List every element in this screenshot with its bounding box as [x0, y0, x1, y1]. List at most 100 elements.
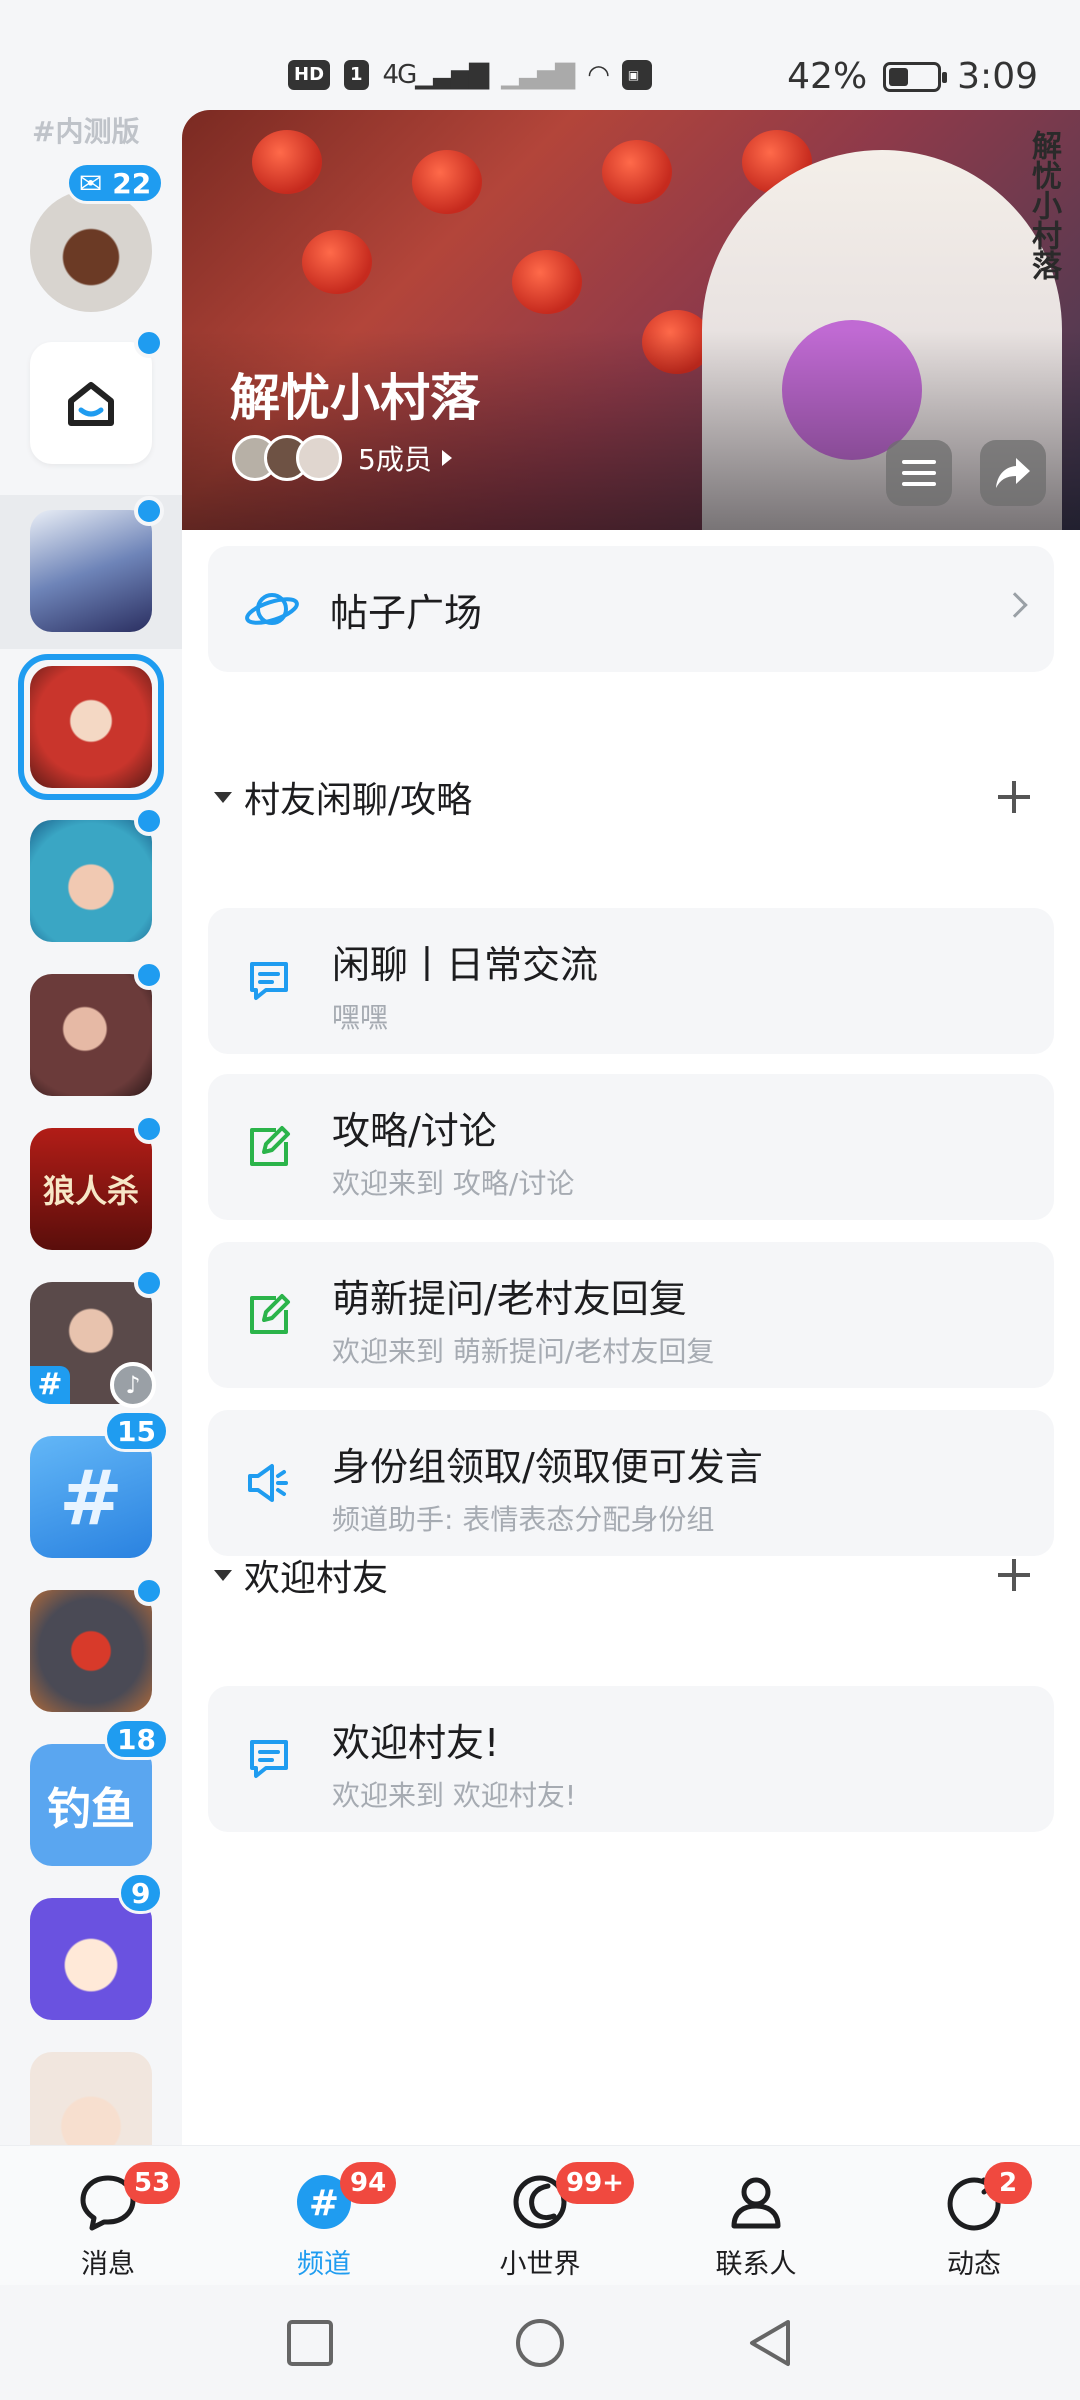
- tab-small-world[interactable]: 99+ 小世界: [470, 2162, 634, 2282]
- fishing-label: 钓鱼: [47, 1784, 135, 1835]
- svg-text:#: #: [309, 2183, 339, 2224]
- chevron-right-icon: [1002, 592, 1028, 618]
- lantern-decoration: [302, 230, 372, 294]
- member-avatar: [296, 435, 342, 481]
- tab-badge: 2: [984, 2162, 1032, 2204]
- post-plaza-label: 帖子广场: [330, 590, 483, 635]
- channel-title: 欢迎村友!: [332, 1721, 500, 1765]
- channel-subtitle: 欢迎来到 欢迎村友!: [332, 1779, 577, 1812]
- tab-label: 联系人: [715, 2249, 797, 2280]
- battery-fill: [889, 67, 909, 86]
- share-guild-button[interactable]: [980, 440, 1046, 506]
- unread-dot: [134, 496, 164, 526]
- rail-item-guild-2[interactable]: [30, 666, 152, 788]
- add-channel-button[interactable]: [992, 1553, 1036, 1597]
- battery-percent: 42%: [787, 56, 868, 97]
- huawei-share-icon: ▣: [621, 60, 652, 90]
- unread-dot: [134, 1268, 164, 1298]
- home-circle-icon[interactable]: [514, 2317, 566, 2369]
- channel-item[interactable]: 萌新提问/老村友回复 欢迎来到 萌新提问/老村友回复: [208, 1242, 1054, 1388]
- unread-dot: [134, 1576, 164, 1606]
- network-type: 4G▁▃▅▇: [382, 60, 490, 90]
- guild-title: 解忧小村落: [230, 369, 480, 427]
- status-icons: HD 1 4G▁▃▅▇ ▁▃▅▇ ◠ ▣: [288, 60, 652, 90]
- channel-subtitle: 嘿嘿: [332, 1001, 389, 1034]
- rail-item-guild-11[interactable]: [30, 2052, 152, 2145]
- category-title: 村友闲聊/攻略: [244, 780, 473, 821]
- guild-menu-button[interactable]: [886, 440, 952, 506]
- rail-item-guild-8[interactable]: [30, 1590, 152, 1712]
- chat-bubble-icon: [250, 962, 288, 1000]
- tab-badge: 94: [340, 2162, 397, 2204]
- rail-item-guild-3[interactable]: [30, 820, 152, 942]
- rail-item-guild-10[interactable]: [30, 1898, 152, 2020]
- unread-count-badge: 18: [104, 1718, 169, 1760]
- channel-item[interactable]: 欢迎村友! 欢迎来到 欢迎村友!: [208, 1686, 1054, 1832]
- sim-indicator: 1: [344, 60, 369, 90]
- unread-count-badge: 9: [118, 1872, 164, 1914]
- profile-avatar[interactable]: [30, 190, 152, 312]
- tab-channels[interactable]: # 94 频道: [254, 2162, 397, 2282]
- tab-badge: 53: [124, 2162, 181, 2204]
- category-header[interactable]: 村友闲聊/攻略: [208, 767, 1054, 827]
- tab-badge: 99+: [556, 2162, 634, 2204]
- channel-subtitle: 欢迎来到 攻略/讨论: [332, 1167, 575, 1200]
- guild-seal-logo: 解忧小村落: [1026, 130, 1061, 280]
- unread-count-badge: 15: [104, 1410, 169, 1452]
- channel-subtitle: 欢迎来到 萌新提问/老村友回复: [332, 1335, 715, 1368]
- unread-dot: [134, 328, 164, 358]
- channel-title: 萌新提问/老村友回复: [332, 1277, 687, 1321]
- hd-indicator: HD: [288, 60, 331, 90]
- channel-title: 身份组领取/领取便可发言: [332, 1445, 763, 1489]
- post-plaza-entry[interactable]: 帖子广场: [208, 546, 1054, 672]
- back-triangle-icon[interactable]: [744, 2317, 796, 2369]
- mail-icon: ✉: [79, 167, 103, 200]
- guild-panel: 解忧小村落 解忧小村落 5成员 帖子广场 村友闲聊/攻略 闲聊丨日常交流 嘿嘿 …: [182, 110, 1080, 2145]
- rail-item-guild-4[interactable]: [30, 974, 152, 1096]
- rail-item-home[interactable]: [30, 342, 152, 464]
- guild-banner: 解忧小村落 解忧小村落 5成员: [182, 110, 1080, 530]
- chat-bubble-icon: [250, 1740, 288, 1778]
- rail-item-werewolf[interactable]: 狼人杀: [30, 1128, 152, 1250]
- share-icon: [996, 458, 1030, 488]
- member-count: 5成员: [358, 443, 432, 476]
- collapse-triangle-icon: [214, 1569, 232, 1581]
- werewolf-label: 狼人杀: [42, 1172, 139, 1210]
- lantern-decoration: [252, 130, 322, 194]
- channel-item[interactable]: 身份组领取/领取便可发言 频道助手: 表情表态分配身份组: [208, 1410, 1054, 1556]
- system-navigation-bar: [0, 2285, 1080, 2400]
- bottom-tab-bar: 53 消息 # 94 频道 99+ 小世界 联系人 2 动态: [0, 2145, 1080, 2285]
- rail-item-channel-plaza[interactable]: #: [30, 1436, 152, 1558]
- category-header[interactable]: 欢迎村友: [208, 1545, 1054, 1605]
- unread-dot: [134, 960, 164, 990]
- lantern-decoration: [412, 150, 482, 214]
- channel-item[interactable]: 攻略/讨论 欢迎来到 攻略/讨论: [208, 1074, 1054, 1220]
- play-arrow-icon: [441, 450, 452, 466]
- unread-dot: [134, 806, 164, 836]
- status-bar: HD 1 4G▁▃▅▇ ▁▃▅▇ ◠ ▣ 42% 3:09: [0, 0, 1080, 110]
- add-channel-button[interactable]: [992, 775, 1036, 819]
- megaphone-icon: [248, 1464, 288, 1502]
- battery-icon: [883, 61, 948, 92]
- signal-icon: ▁▃▅▇: [501, 60, 575, 90]
- channel-plaza-hash-icon: #: [59, 1452, 123, 1542]
- tab-label: 小世界: [499, 2249, 581, 2280]
- recent-apps-icon[interactable]: [284, 2317, 336, 2369]
- tab-label: 消息: [81, 2249, 135, 2280]
- contacts-icon: [731, 2177, 781, 2229]
- rail-item-guild-1[interactable]: [30, 510, 152, 632]
- channel-subtitle: 频道助手: 表情表态分配身份组: [332, 1503, 715, 1536]
- member-summary[interactable]: 5成员: [232, 435, 452, 481]
- edit-note-icon: [250, 1126, 290, 1166]
- channel-title: 闲聊丨日常交流: [332, 943, 599, 987]
- collapse-triangle-icon: [214, 791, 232, 803]
- profile-mail-badge: ✉ 22: [66, 162, 165, 204]
- channel-item[interactable]: 闲聊丨日常交流 嘿嘿: [208, 908, 1054, 1054]
- home-icon: [68, 382, 114, 426]
- beta-tag: #内测版: [32, 115, 140, 148]
- tab-contacts[interactable]: 联系人: [686, 2162, 826, 2282]
- guild-rail[interactable]: #内测版 ✉ 22 狼人杀 # ♪ # 15 钓鱼 18 9: [0, 110, 182, 2145]
- tab-messages[interactable]: 53 消息: [38, 2162, 181, 2282]
- tab-feed[interactable]: 2 动态: [904, 2162, 1044, 2282]
- rail-item-fishing[interactable]: 钓鱼: [30, 1744, 152, 1866]
